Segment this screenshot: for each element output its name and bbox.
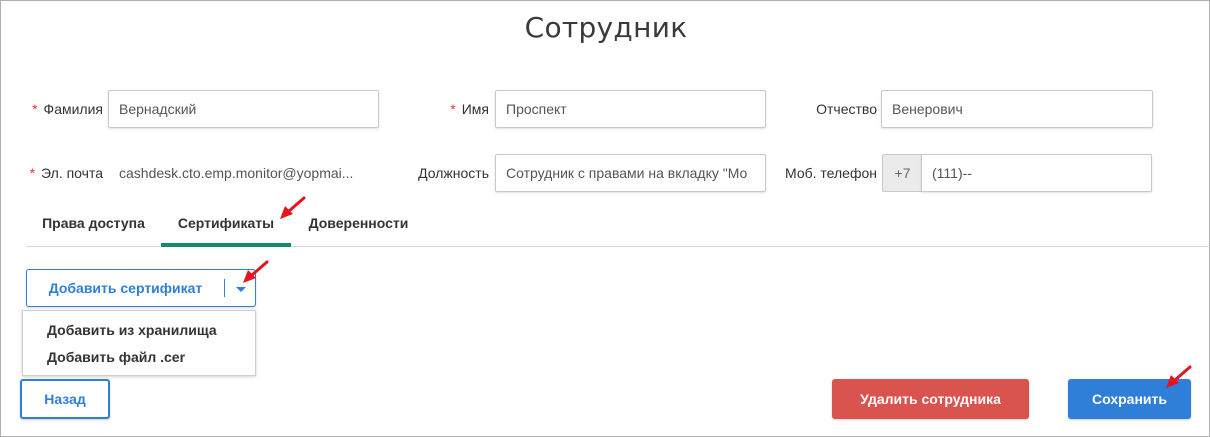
email-value: cashdesk.cto.emp.monitor@yopmai... [119, 165, 354, 181]
last-name-field[interactable]: Вернадский [108, 90, 379, 128]
middle-name-label: Отчество [816, 101, 877, 117]
save-button[interactable]: Сохранить [1068, 379, 1191, 419]
split-divider [224, 279, 225, 297]
phone-field[interactable]: (111)-- [921, 154, 1152, 192]
page-title: Сотрудник [524, 11, 688, 44]
add-certificate-button[interactable]: Добавить сертификат [27, 270, 224, 306]
position-label: Должность [418, 165, 489, 181]
first-name-label: * Имя [450, 101, 489, 117]
menu-item-add-from-store[interactable]: Добавить из хранилища [47, 320, 217, 340]
last-name-label: * Фамилия [32, 101, 103, 117]
back-button[interactable]: Назад [20, 379, 110, 419]
required-mark: * [450, 101, 456, 117]
tab-access-rights[interactable]: Права доступа [26, 204, 161, 247]
chevron-down-icon [236, 287, 246, 292]
delete-employee-button[interactable]: Удалить сотрудника [832, 379, 1029, 419]
dropdown-toggle[interactable] [232, 278, 250, 298]
phone-label: Моб. телефон [785, 165, 877, 181]
tab-certificates[interactable]: Сертификаты [161, 204, 291, 247]
add-certificate-menu: Добавить из хранилища Добавить файл .cer [22, 310, 256, 376]
email-label: * Эл. почта [29, 165, 103, 181]
position-field[interactable]: Сотрудник с правами на вкладку "Мо [495, 154, 766, 192]
required-mark: * [32, 101, 38, 117]
phone-country-prefix: +7 [882, 154, 922, 192]
first-name-field[interactable]: Проспект [495, 90, 766, 128]
middle-name-field[interactable]: Венерович [881, 90, 1153, 128]
employee-form-window: Сотрудник * Фамилия Вернадский * Имя Просп… [0, 0, 1210, 437]
tab-powers-of-attorney[interactable]: Доверенности [291, 204, 426, 247]
add-certificate-split-button: Добавить сертификат [26, 269, 256, 307]
required-mark: * [29, 165, 36, 181]
menu-item-add-cer-file[interactable]: Добавить файл .cer [47, 347, 185, 367]
tab-bar: Права доступа Сертификаты Доверенности [26, 204, 1210, 247]
